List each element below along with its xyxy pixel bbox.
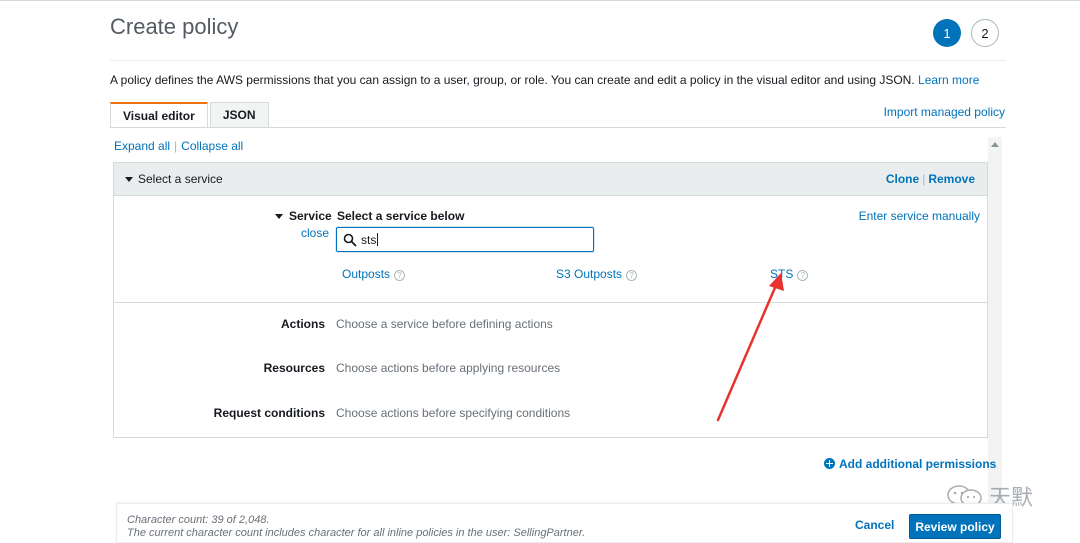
collapse-all-link[interactable]: Collapse all — [181, 139, 243, 153]
expand-all-link[interactable]: Expand all — [114, 139, 170, 153]
step-indicator-2[interactable]: 2 — [971, 19, 999, 47]
scrollbar[interactable] — [988, 137, 1002, 507]
tab-json[interactable]: JSON — [209, 102, 269, 127]
policy-description: A policy defines the AWS permissions tha… — [110, 73, 979, 87]
review-policy-button[interactable]: Review policy — [909, 514, 1001, 539]
service-label-text: Service — [289, 209, 332, 223]
top-border — [0, 0, 1080, 1]
expand-collapse-controls: Expand all | Collapse all — [114, 139, 243, 153]
footer-bar: Character count: 39 of 2,048. The curren… — [116, 503, 1013, 543]
service-result-sts[interactable]: STS? — [770, 267, 809, 281]
tabs-divider — [110, 127, 1006, 128]
step-indicator-1: 1 — [933, 19, 961, 47]
character-count-text: Character count: 39 of 2,048. — [127, 514, 270, 526]
service-result-outposts[interactable]: Outposts? — [342, 267, 406, 281]
character-count: Character count: 39 of 2,048. The curren… — [127, 514, 585, 540]
caret-down-icon — [275, 214, 283, 220]
service-result-s3-outposts[interactable]: S3 Outposts? — [556, 267, 638, 281]
resources-placeholder: Choose actions before applying resources — [336, 361, 561, 375]
search-input-value: sts — [361, 233, 379, 247]
separator: | — [922, 172, 926, 186]
caret-down-icon — [125, 177, 133, 183]
help-icon[interactable]: ? — [626, 270, 638, 281]
actions-label[interactable]: Actions — [114, 317, 325, 331]
add-permissions-label: Add additional permissions — [839, 457, 997, 471]
request-conditions-label[interactable]: Request conditions — [114, 406, 325, 420]
result-label[interactable]: Outposts — [342, 267, 390, 281]
section-divider — [114, 302, 987, 303]
permission-panel: Select a service Clone | Remove Service cl… — [113, 162, 988, 438]
learn-more-link[interactable]: Learn more — [918, 73, 979, 87]
remove-link[interactable]: Remove — [928, 172, 975, 186]
actions-placeholder: Choose a service before defining actions — [336, 317, 553, 331]
search-query: sts — [361, 233, 377, 247]
select-service-heading: Select a service below — [337, 209, 465, 223]
import-managed-policy-link[interactable]: Import managed policy — [884, 105, 1005, 119]
service-label[interactable]: Service — [275, 209, 332, 223]
separator: | — [174, 139, 178, 153]
editor-tabs: Visual editor JSON — [110, 102, 271, 127]
resources-label[interactable]: Resources — [114, 361, 325, 375]
description-text: A policy defines the AWS permissions tha… — [110, 73, 915, 87]
help-icon[interactable]: ? — [394, 270, 406, 281]
clone-link[interactable]: Clone — [886, 172, 919, 186]
panel-header[interactable]: Select a service Clone | Remove — [114, 163, 987, 196]
result-label[interactable]: S3 Outposts — [556, 267, 622, 281]
title-divider — [110, 60, 1006, 61]
plus-circle-icon — [824, 458, 835, 469]
enter-service-manually-link[interactable]: Enter service manually — [859, 209, 980, 223]
panel-actions: Clone | Remove — [886, 172, 975, 186]
tab-visual-editor[interactable]: Visual editor — [110, 102, 208, 127]
add-additional-permissions-button[interactable]: Add additional permissions — [824, 457, 996, 471]
service-close-link[interactable]: close — [301, 226, 329, 240]
page-title: Create policy — [110, 14, 239, 39]
scroll-up-icon[interactable] — [991, 142, 999, 147]
panel-title-text: Select a service — [138, 172, 223, 186]
search-icon — [343, 233, 357, 247]
panel-title[interactable]: Select a service — [125, 172, 223, 186]
cancel-button[interactable]: Cancel — [855, 518, 894, 532]
text-cursor — [377, 233, 379, 246]
character-count-note: The current character count includes cha… — [127, 527, 586, 539]
service-search-input[interactable]: sts — [336, 227, 594, 252]
request-conditions-placeholder: Choose actions before specifying conditi… — [336, 406, 571, 420]
help-icon[interactable]: ? — [797, 270, 809, 281]
result-label[interactable]: STS — [770, 267, 793, 281]
